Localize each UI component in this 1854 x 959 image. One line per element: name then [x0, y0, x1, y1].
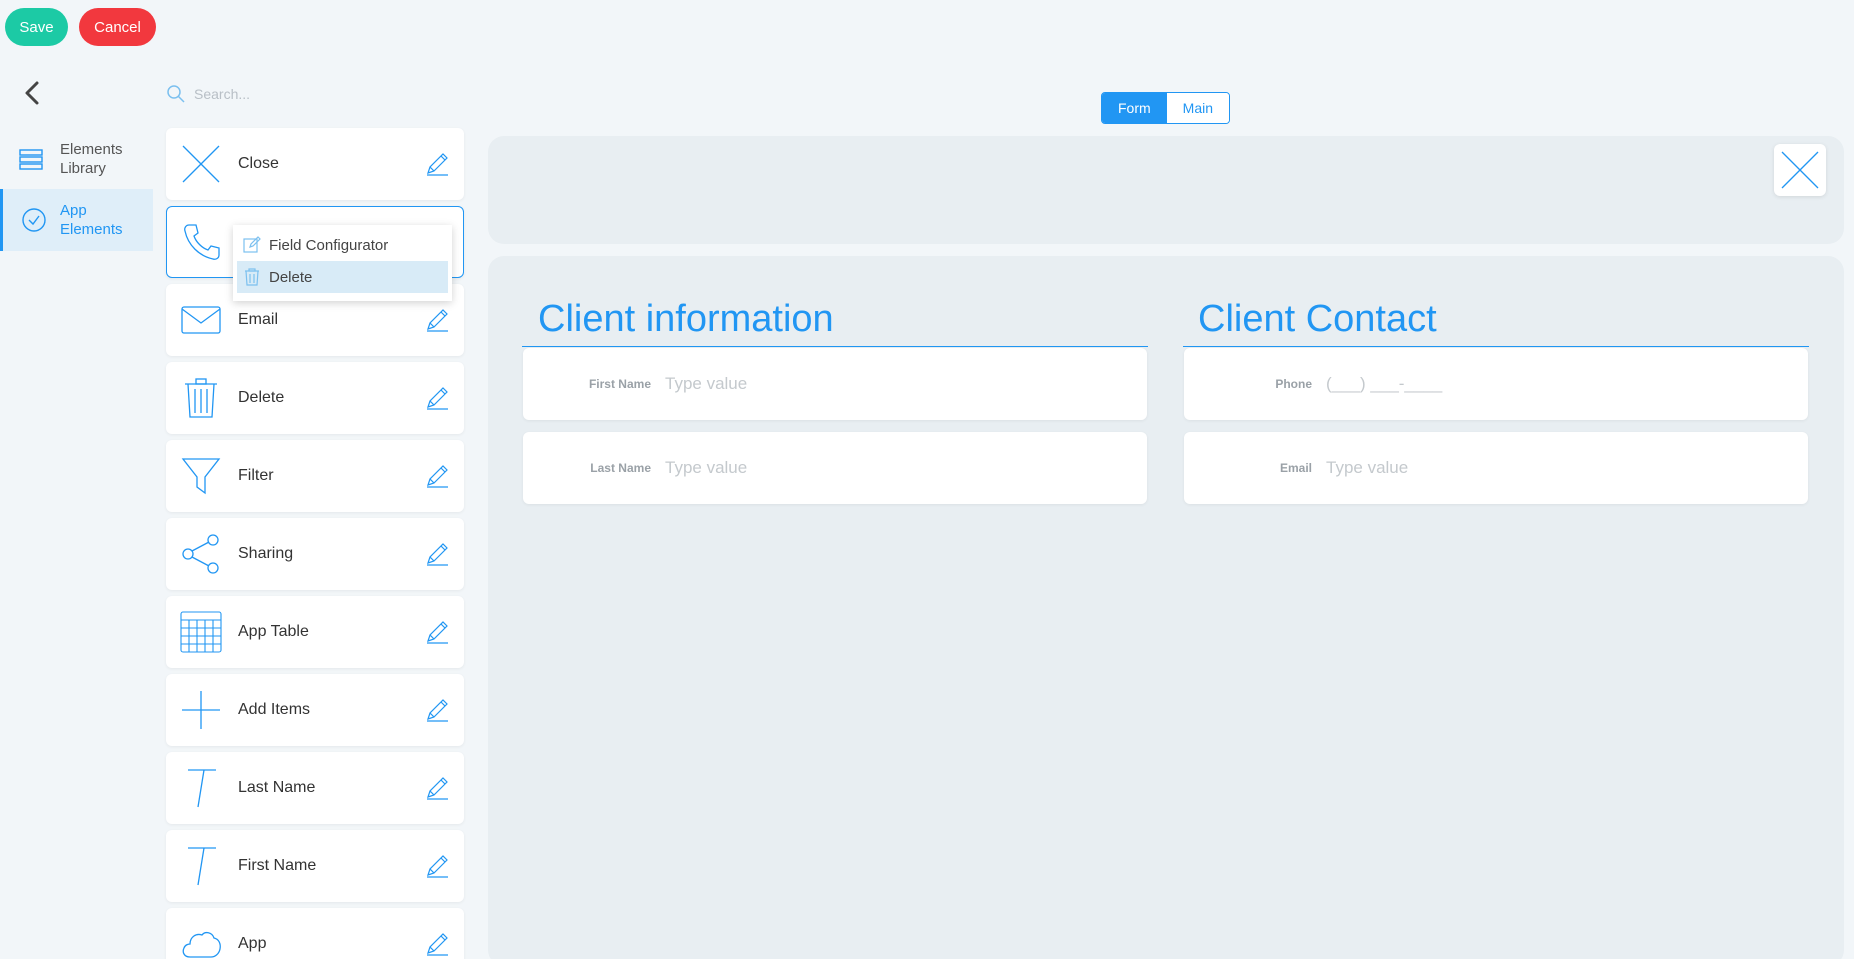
list-item-label: App Table [238, 623, 309, 640]
menu-item-field-configurator[interactable]: Field Configurator [237, 229, 448, 261]
section-title: Client Contact [1198, 298, 1437, 340]
field-label: Email [1279, 461, 1312, 475]
list-item-label: Delete [238, 389, 285, 406]
plus-icon [180, 689, 222, 731]
tab-form[interactable]: Form [1102, 93, 1167, 123]
list-item[interactable]: App Table [166, 596, 464, 668]
section-divider [1183, 346, 1809, 347]
field-label: Last Name [590, 461, 651, 475]
menu-item-label: Delete [269, 268, 313, 286]
list-item-label: Last Name [238, 779, 316, 796]
text-icon [180, 767, 222, 809]
layers-icon [18, 146, 44, 172]
form-field-phone: Phone [1184, 348, 1808, 420]
list-item[interactable]: First Name [166, 830, 464, 902]
trash-icon [243, 268, 261, 286]
form-field-email: Email [1184, 432, 1808, 504]
share-icon [180, 533, 222, 575]
search-bar [166, 80, 466, 108]
pencil-icon[interactable] [424, 541, 450, 567]
field-label: First Name [588, 377, 651, 391]
list-item[interactable]: Delete [166, 362, 464, 434]
list-item-label: Sharing [238, 545, 294, 562]
list-item-label: Add Items [238, 701, 311, 718]
pencil-icon[interactable] [424, 463, 450, 489]
search-input[interactable] [194, 86, 434, 102]
pencil-icon[interactable] [424, 385, 450, 411]
list-item[interactable]: Close [166, 128, 464, 200]
save-button[interactable]: Save [5, 8, 68, 46]
pencil-icon[interactable] [424, 307, 450, 333]
cloud-icon [180, 923, 222, 959]
list-item[interactable]: Sharing [166, 518, 464, 590]
list-item-label: Filter [238, 467, 274, 484]
search-icon [166, 84, 186, 104]
list-item-label: Close [238, 155, 279, 172]
email-input[interactable] [1326, 458, 1786, 478]
form-field-first-name: First Name [523, 348, 1147, 420]
cancel-button[interactable]: Cancel [79, 8, 156, 46]
trash-icon [180, 377, 222, 419]
context-menu: Field Configurator Delete [233, 225, 452, 301]
sidebar-item-elements-library[interactable]: Elements Library [0, 136, 153, 182]
text-icon [180, 845, 222, 887]
table-icon [180, 611, 222, 653]
field-label: Phone [1275, 377, 1312, 391]
list-item[interactable]: Add Items [166, 674, 464, 746]
list-item[interactable]: Last Name [166, 752, 464, 824]
list-item-label: Email [238, 311, 279, 328]
sidebar-item-label: App Elements [60, 202, 123, 238]
envelope-icon [180, 299, 222, 341]
back-icon[interactable] [22, 80, 44, 106]
form-field-last-name: Last Name [523, 432, 1147, 504]
pencil-icon[interactable] [424, 151, 450, 177]
first-name-input[interactable] [665, 374, 1125, 394]
sidebar-item-label: Elements Library [60, 141, 123, 177]
list-item[interactable]: App [166, 908, 464, 959]
close-button[interactable] [1774, 144, 1826, 196]
menu-item-delete[interactable]: Delete [237, 261, 448, 293]
pencil-icon[interactable] [424, 775, 450, 801]
list-item-label: App [238, 935, 267, 952]
list-item[interactable]: Filter [166, 440, 464, 512]
close-icon [180, 143, 222, 185]
sidebar-item-app-elements[interactable]: App Elements [0, 189, 153, 251]
tab-main[interactable]: Main [1166, 93, 1230, 123]
section-divider [522, 346, 1148, 347]
edit-icon [243, 236, 261, 254]
view-toggle: Form Main [1101, 92, 1231, 124]
check-circle-icon [21, 207, 47, 233]
phone-input[interactable] [1326, 374, 1786, 394]
phone-icon [181, 221, 223, 263]
pencil-icon[interactable] [424, 619, 450, 645]
section-title: Client information [538, 298, 834, 340]
pencil-icon[interactable] [424, 697, 450, 723]
filter-icon [180, 455, 222, 497]
last-name-input[interactable] [665, 458, 1125, 478]
pencil-icon[interactable] [424, 853, 450, 879]
list-item-label: First Name [238, 857, 317, 874]
pencil-icon[interactable] [424, 931, 450, 957]
header-drop-zone [488, 136, 1844, 244]
menu-item-label: Field Configurator [269, 236, 389, 254]
